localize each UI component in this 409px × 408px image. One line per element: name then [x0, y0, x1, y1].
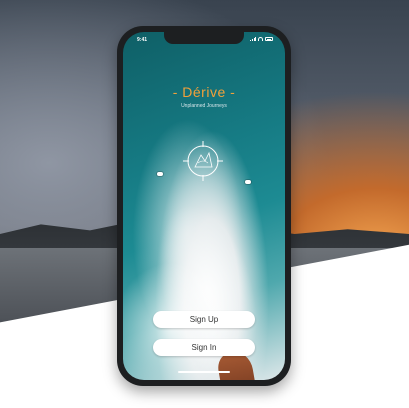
app-subtitle: Unplanned Journeys	[181, 103, 227, 109]
home-indicator	[178, 371, 230, 373]
boat	[245, 180, 251, 184]
boat	[157, 172, 163, 176]
battery-icon	[265, 37, 273, 41]
status-icons	[250, 37, 273, 41]
app-screen: 9:41 - Dérive - Unplanned Journeys Sign …	[123, 32, 285, 380]
app-title: - Dérive -	[172, 84, 236, 100]
phone-notch	[164, 32, 244, 44]
status-time: 9:41	[137, 37, 148, 43]
wifi-icon	[258, 37, 263, 41]
signal-icon	[250, 37, 256, 41]
sign-up-button[interactable]: Sign Up	[153, 311, 255, 328]
phone-mockup: 9:41 - Dérive - Unplanned Journeys Sign …	[117, 26, 291, 386]
sign-in-button[interactable]: Sign In	[153, 339, 255, 356]
compass-logo-icon	[183, 141, 223, 181]
